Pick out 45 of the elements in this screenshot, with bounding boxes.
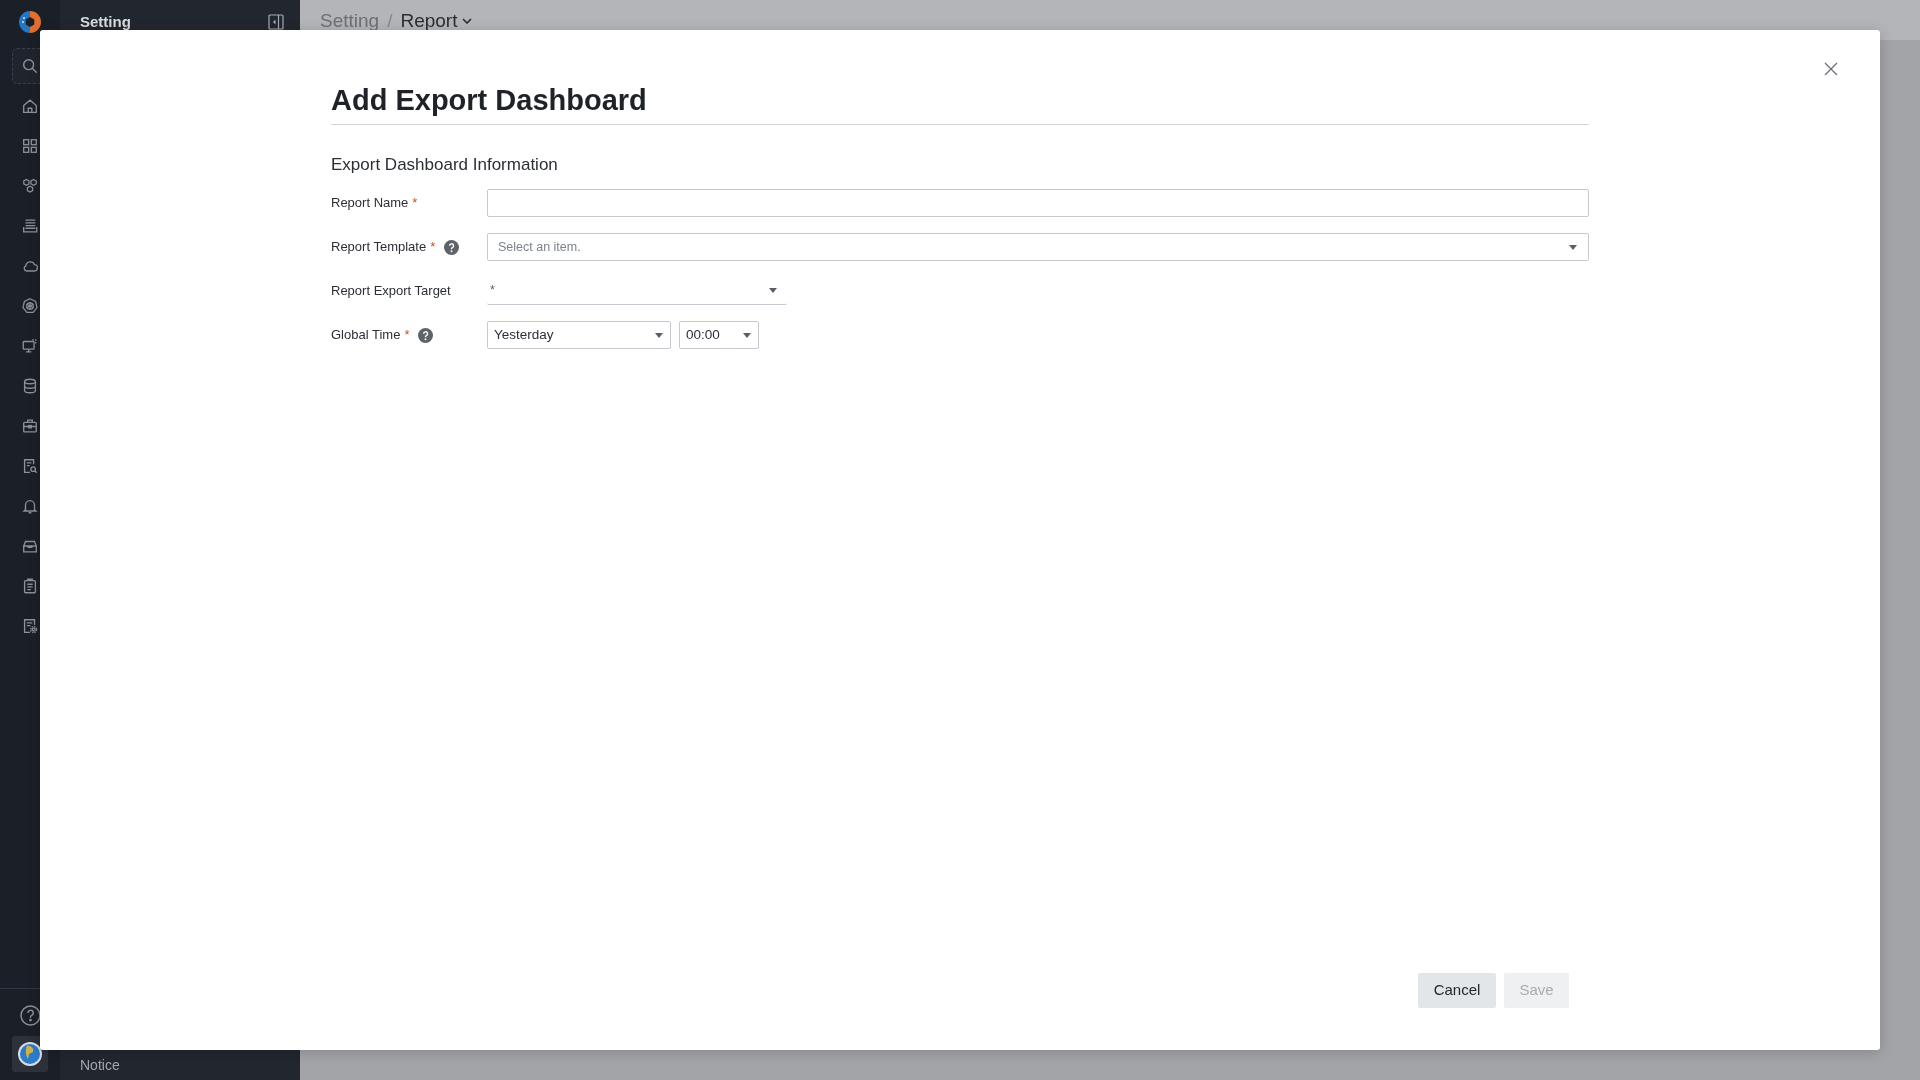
text-field[interactable] xyxy=(487,189,1589,217)
dialog-title: Add Export Dashboard xyxy=(331,83,648,118)
caret-icon xyxy=(655,332,663,338)
document-gear-icon[interactable] xyxy=(21,617,39,635)
sidebar-title: Setting xyxy=(80,12,131,32)
search-icon xyxy=(21,57,39,75)
caret-icon xyxy=(769,288,777,293)
logo-icon[interactable] xyxy=(18,10,42,34)
help-icon[interactable] xyxy=(19,1005,41,1026)
required-mark: * xyxy=(404,327,410,343)
stack-icon[interactable] xyxy=(21,217,39,235)
section-title: Export Dashboard Information xyxy=(331,154,559,176)
caret-icon xyxy=(743,332,751,338)
monitor-icon[interactable] xyxy=(21,337,39,355)
field-label: Report Export Target xyxy=(331,283,451,299)
required-mark: * xyxy=(430,239,436,255)
chevron-down-icon xyxy=(462,17,473,24)
required-mark: * xyxy=(412,195,418,211)
sidebar-item[interactable]: Notice xyxy=(80,1057,120,1073)
select-field[interactable]: Select an item. xyxy=(487,233,1589,261)
avatar-icon[interactable] xyxy=(18,1042,42,1066)
hexagons-icon[interactable] xyxy=(21,177,39,195)
breadcrumb-dropdown[interactable]: Report xyxy=(400,11,473,30)
caret-icon xyxy=(1569,244,1577,250)
briefcase-icon[interactable] xyxy=(21,417,39,435)
close-icon xyxy=(1824,62,1838,76)
home-icon[interactable] xyxy=(21,97,39,115)
document-search-icon[interactable] xyxy=(21,457,39,475)
database-icon[interactable] xyxy=(21,377,39,395)
grid-icon[interactable] xyxy=(21,137,39,155)
select-field[interactable]: Yesterday xyxy=(487,321,671,349)
bell-icon[interactable] xyxy=(21,497,39,515)
panel-toggle-icon[interactable] xyxy=(268,14,284,30)
help-icon[interactable] xyxy=(418,327,434,343)
field-label: Report Name xyxy=(331,195,409,211)
close-button[interactable] xyxy=(1822,60,1840,78)
select-field[interactable]: * xyxy=(487,277,787,305)
field-label: Global Time xyxy=(331,327,401,343)
clipboard-icon[interactable] xyxy=(21,577,39,595)
help-icon[interactable] xyxy=(444,239,460,255)
breadcrumb-separator: / xyxy=(387,11,393,30)
select-field[interactable]: 00:00 xyxy=(679,321,759,349)
dialog-button[interactable]: Cancel xyxy=(1418,973,1496,1008)
field-label: Report Template xyxy=(331,239,427,255)
wheel-icon[interactable] xyxy=(21,297,39,315)
